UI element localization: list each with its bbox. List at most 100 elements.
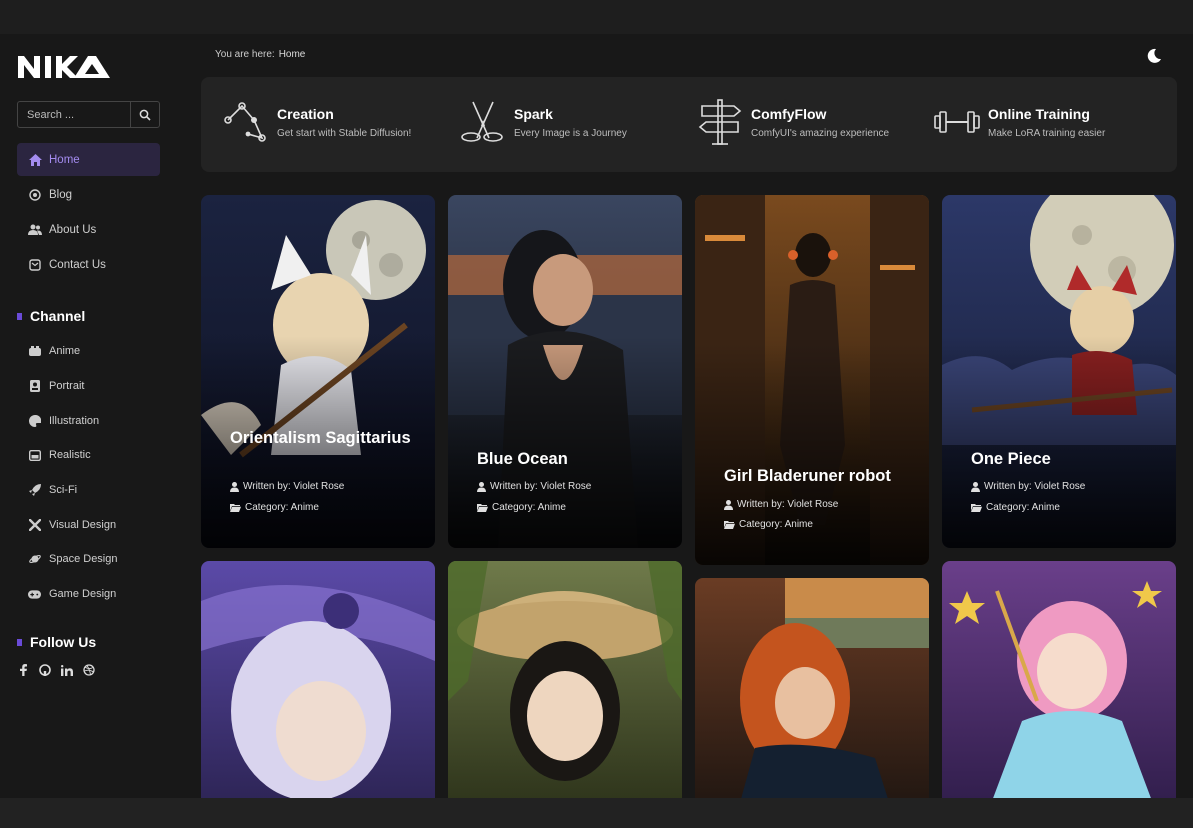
contact-icon	[28, 258, 42, 272]
search-button[interactable]	[130, 102, 159, 127]
channel-item-label: Visual Design	[49, 518, 117, 531]
facebook-icon[interactable]	[17, 664, 29, 676]
blog-icon	[28, 188, 42, 202]
main-nav: Home Blog About Us Contact Us	[17, 143, 160, 283]
card-title[interactable]: Orientalism Sagittarius	[230, 428, 420, 449]
post-card[interactable]: Girl Bladeruner robot Written by: Violet…	[695, 195, 929, 565]
card-category-text: Category: Anime	[492, 502, 566, 513]
channel-item-portrait[interactable]: Portrait	[17, 369, 160, 404]
card-overlay	[942, 336, 1176, 548]
planet-icon	[28, 553, 41, 566]
breadcrumb-prefix: You are here:	[215, 49, 275, 60]
logo-wordmark	[18, 56, 110, 78]
linkedin-icon[interactable]	[61, 664, 73, 676]
home-icon	[28, 153, 42, 167]
card-title[interactable]: One Piece	[971, 449, 1161, 470]
user-icon	[477, 481, 486, 492]
card-artwork	[201, 585, 435, 798]
nav-item-label: Home	[49, 153, 80, 166]
search-box	[17, 101, 160, 128]
feature-title: Spark	[514, 105, 553, 122]
post-card[interactable]	[942, 561, 1176, 798]
card-overlay	[448, 336, 682, 548]
channel-item-label: Game Design	[49, 588, 117, 601]
nav-item-blog[interactable]: Blog	[17, 178, 160, 211]
gamepad-icon	[28, 588, 41, 601]
window-bottom-band	[0, 798, 1193, 828]
portrait-icon	[28, 380, 41, 393]
card-artwork	[740, 578, 929, 798]
card-category: Category: Anime	[230, 502, 319, 513]
palette-icon	[28, 414, 41, 427]
feature-subtitle: Make LoRA training easier	[988, 127, 1106, 139]
moon-icon[interactable]	[1146, 48, 1162, 64]
users-icon	[28, 223, 42, 237]
channel-item-visual-design[interactable]: Visual Design	[17, 507, 160, 542]
feature-subtitle: ComfyUI's amazing experience	[751, 127, 890, 139]
nodes-icon	[221, 97, 271, 147]
channel-item-label: Illustration	[49, 414, 100, 427]
search-input[interactable]	[18, 102, 130, 127]
nav-item-about[interactable]: About Us	[17, 213, 160, 246]
user-icon	[230, 481, 239, 492]
card-overlay	[695, 343, 929, 565]
feature-subtitle: Every Image is a Journey	[514, 127, 627, 139]
tools-icon	[28, 518, 41, 531]
post-card[interactable]: Blue Ocean Written by: Violet Rose Categ…	[448, 195, 682, 548]
post-card[interactable]	[695, 578, 929, 798]
nav-item-label: About Us	[49, 223, 97, 236]
channel-item-label: Anime	[49, 345, 81, 358]
rocket-icon	[28, 484, 41, 497]
spark-icon	[458, 97, 508, 147]
folder-icon	[230, 504, 241, 512]
feature-subtitle: Get start with Stable Diffusion!	[277, 127, 412, 139]
channel-item-realistic[interactable]: Realistic	[17, 438, 160, 473]
card-author-text: Written by: Violet Rose	[243, 481, 345, 492]
feature-spark[interactable]: Spark Every Image is a Journey	[458, 97, 627, 147]
brand-logo[interactable]	[18, 56, 110, 78]
channel-item-game-design[interactable]: Game Design	[17, 577, 160, 612]
breadcrumb: You are here: Home	[215, 49, 305, 60]
feature-creation[interactable]: Creation Get start with Stable Diffusion…	[221, 97, 411, 147]
dribbble-icon[interactable]	[83, 664, 95, 676]
nav-item-contact[interactable]: Contact Us	[17, 248, 160, 281]
post-card[interactable]: One Piece Written by: Violet Rose Catego…	[942, 195, 1176, 548]
channel-item-space-design[interactable]: Space Design	[17, 542, 160, 577]
channel-item-anime[interactable]: Anime	[17, 334, 160, 369]
dumbbell-icon	[932, 97, 982, 147]
card-category: Category: Anime	[724, 519, 813, 530]
card-title[interactable]: Girl Bladeruner robot	[724, 466, 914, 487]
channel-item-label: Realistic	[49, 449, 91, 462]
folder-icon	[971, 504, 982, 512]
sidebar: Home Blog About Us Contact Us	[0, 34, 178, 798]
post-card[interactable]	[448, 561, 682, 798]
post-card[interactable]	[201, 561, 435, 798]
card-author: Written by: Violet Rose	[230, 481, 344, 492]
breadcrumb-current[interactable]: Home	[279, 49, 306, 60]
card-artwork	[949, 581, 1162, 798]
channel-item-illustration[interactable]: Illustration	[17, 403, 160, 438]
feature-title: Creation	[277, 105, 334, 122]
feature-online-training[interactable]: Online Training Make LoRA training easie…	[932, 97, 1105, 147]
channel-item-scifi[interactable]: Sci-Fi	[17, 473, 160, 508]
card-category-text: Category: Anime	[986, 502, 1060, 513]
nav-item-home[interactable]: Home	[17, 143, 160, 176]
app-window: Home Blog About Us Contact Us	[0, 34, 1193, 798]
heading-marker	[17, 312, 22, 320]
card-category: Category: Anime	[477, 502, 566, 513]
folder-icon	[477, 504, 488, 512]
anime-icon	[28, 345, 41, 358]
follow-title: Follow Us	[30, 634, 97, 650]
feature-comfyflow[interactable]: ComfyFlow ComfyUI's amazing experience	[695, 97, 889, 147]
nav-item-label: Contact Us	[49, 258, 106, 271]
card-author: Written by: Violet Rose	[724, 499, 838, 510]
image-icon	[28, 449, 41, 462]
card-category-text: Category: Anime	[245, 502, 319, 513]
card-author-text: Written by: Violet Rose	[737, 499, 839, 510]
github-icon[interactable]	[39, 664, 51, 676]
channel-item-label: Space Design	[49, 553, 118, 566]
user-icon	[724, 499, 733, 510]
heading-marker	[17, 638, 22, 646]
post-card[interactable]: Orientalism Sagittarius Written by: Viol…	[201, 195, 435, 548]
card-title[interactable]: Blue Ocean	[477, 449, 667, 470]
